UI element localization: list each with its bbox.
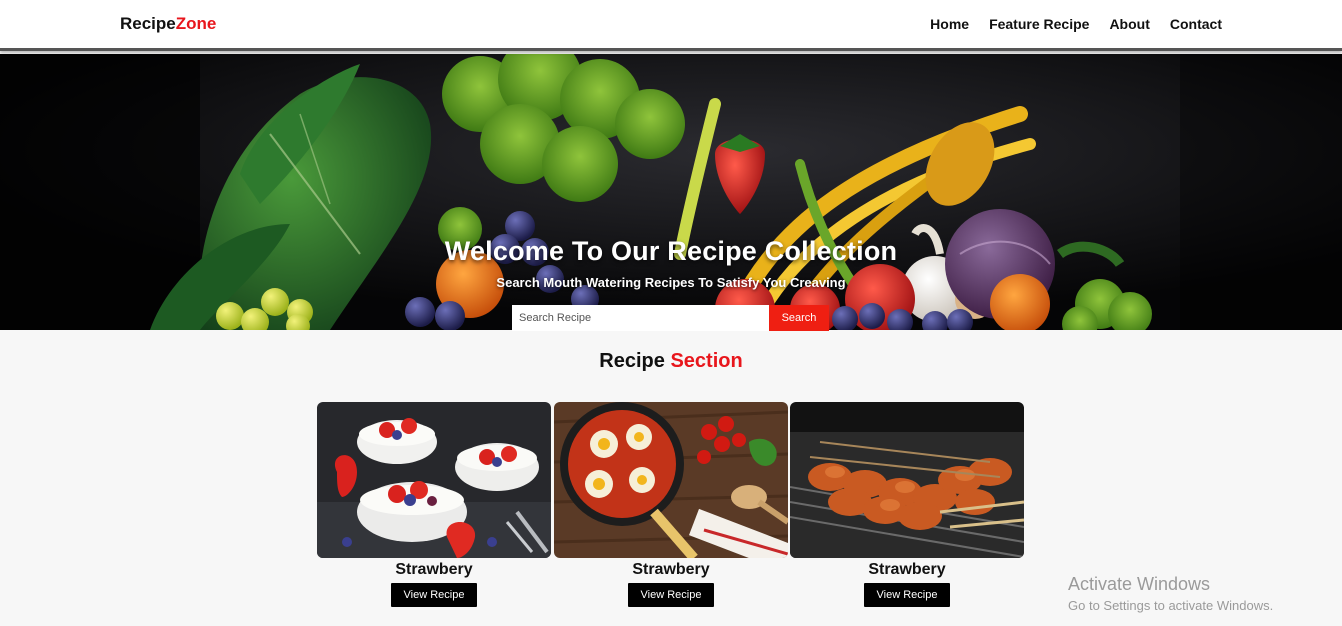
- hero-banner: Welcome To Our Recipe Collection Search …: [0, 54, 1342, 330]
- recipe-card: Strawbery View Recipe: [554, 402, 788, 607]
- section-title: Recipe Section: [0, 350, 1342, 373]
- view-recipe-button[interactable]: View Recipe: [864, 583, 950, 607]
- recipe-name: Strawbery: [395, 561, 473, 578]
- view-recipe-button[interactable]: View Recipe: [391, 583, 477, 607]
- recipe-name: Strawbery: [632, 561, 710, 578]
- recipe-name: Strawbery: [868, 561, 946, 578]
- nav-link-about[interactable]: About: [1109, 16, 1149, 32]
- recipe-card: Strawbery View Recipe: [790, 402, 1024, 607]
- nav-link-home[interactable]: Home: [930, 16, 969, 32]
- nav-link-feature-recipe[interactable]: Feature Recipe: [989, 16, 1089, 32]
- recipe-image-yogurt-berries: [317, 402, 551, 558]
- watermark-title: Activate Windows: [1068, 574, 1211, 594]
- search-button[interactable]: Search: [769, 305, 829, 331]
- recipe-image-grilled-skewers: [790, 402, 1024, 558]
- search-bar: Search: [512, 305, 829, 331]
- site-logo[interactable]: RecipeZone: [120, 14, 216, 34]
- logo-text-recipe: Recipe: [120, 14, 176, 33]
- recipe-card: Strawbery View Recipe: [317, 402, 551, 607]
- navbar: RecipeZone Home Feature Recipe About Con…: [0, 0, 1342, 51]
- windows-activation-watermark: Activate Windows Go to Settings to activ…: [1068, 574, 1273, 613]
- main-nav: Home Feature Recipe About Contact: [930, 16, 1222, 32]
- hero-subtitle: Search Mouth Watering Recipes To Satisfy…: [496, 275, 846, 290]
- nav-link-contact[interactable]: Contact: [1170, 16, 1222, 32]
- watermark-subtitle: Go to Settings to activate Windows.: [1068, 598, 1274, 613]
- section-title-section: Section: [670, 350, 743, 372]
- section-title-recipe: Recipe: [599, 350, 665, 372]
- view-recipe-button[interactable]: View Recipe: [628, 583, 714, 607]
- recipe-image-shakshuka: [554, 402, 788, 558]
- hero-title: Welcome To Our Recipe Collection: [444, 236, 898, 266]
- search-input[interactable]: [512, 305, 769, 331]
- logo-text-zone: Zone: [175, 14, 217, 33]
